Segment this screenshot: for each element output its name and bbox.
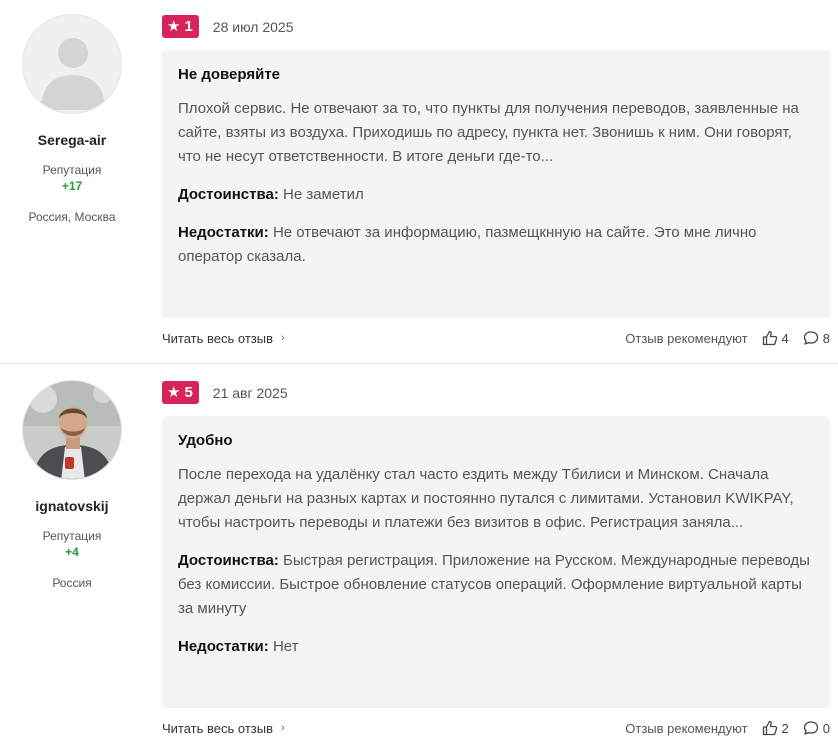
cons-text: Нет [272, 638, 299, 655]
review-cons: Недостатки: Нет [178, 635, 814, 659]
username[interactable]: ignatovskij [0, 498, 144, 514]
comment-icon [803, 330, 819, 346]
comments-count: 0 [822, 720, 830, 736]
default-user-icon [23, 15, 121, 113]
review-date: 21 авг 2025 [212, 384, 288, 401]
read-all-link[interactable]: Читать весь отзыв › [162, 331, 285, 346]
review-footer: Читать весь отзыв › Отзыв рекомендуют 4 … [162, 330, 830, 346]
like-button[interactable]: 2 [762, 720, 789, 736]
thumbs-up-icon [762, 720, 778, 736]
likes-count: 2 [781, 720, 789, 736]
pros-label: Достоинства: [178, 552, 279, 569]
pros-text: Не заметил [283, 186, 364, 203]
review-text: После перехода на удалёнку стал часто ез… [178, 466, 794, 531]
rating-row: ★ 1 28 июл 2025 [162, 15, 293, 38]
rating-value: 5 [184, 384, 193, 401]
avatar[interactable] [22, 14, 122, 114]
rating-row: ★ 5 21 авг 2025 [162, 381, 288, 404]
review-date: 28 июл 2025 [212, 18, 294, 35]
review-author: ignatovskij Репутация +4 Россия [0, 380, 144, 590]
review-cons: Недостатки: Не отвечают за информацию, п… [178, 221, 814, 269]
recommend-label: Отзыв рекомендуют [625, 330, 748, 346]
comments-button[interactable]: 0 [803, 720, 830, 736]
cons-label: Недостатки: [178, 224, 269, 241]
review-item: Serega-air Репутация +17 Россия, Москва … [0, 0, 838, 362]
review-card: Не доверяйте Плохой сервис. Не отвечают … [162, 50, 830, 318]
reputation-value: +17 [61, 179, 83, 193]
author-location: Россия [52, 576, 92, 590]
review-title[interactable]: Не доверяйте [178, 66, 814, 83]
username[interactable]: Serega-air [0, 132, 144, 148]
review-pros: Достоинства: Быстрая регистрация. Прилож… [178, 549, 814, 621]
thumbs-up-icon [762, 330, 778, 346]
comments-count: 8 [822, 330, 830, 346]
star-icon: ★ [167, 18, 181, 35]
user-photo [23, 381, 121, 479]
review-author: Serega-air Репутация +17 Россия, Москва [0, 14, 144, 224]
cons-label: Недостатки: [178, 638, 269, 655]
chevron-right-icon: › [281, 722, 285, 734]
author-location: Россия, Москва [28, 210, 116, 224]
comments-button[interactable]: 8 [803, 330, 830, 346]
star-icon: ★ [167, 384, 181, 401]
chevron-right-icon: › [281, 332, 285, 344]
rating-badge: ★ 1 [162, 15, 199, 38]
rating-badge: ★ 5 [162, 381, 199, 404]
reputation-value: +4 [65, 545, 79, 559]
like-button[interactable]: 4 [762, 330, 789, 346]
read-all-link[interactable]: Читать весь отзыв › [162, 721, 285, 736]
comment-icon [803, 720, 819, 736]
review-item: ignatovskij Репутация +4 Россия ★ 5 21 а… [0, 363, 838, 751]
review-pros: Достоинства: Не заметил [178, 183, 814, 207]
recommend-label: Отзыв рекомендуют [625, 720, 748, 736]
reputation-label: Репутация [42, 163, 102, 177]
likes-count: 4 [781, 330, 789, 346]
avatar[interactable] [22, 380, 122, 480]
review-title[interactable]: Удобно [178, 432, 814, 449]
pros-label: Достоинства: [178, 186, 279, 203]
review-card: Удобно После перехода на удалёнку стал ч… [162, 416, 830, 708]
review-footer: Читать весь отзыв › Отзыв рекомендуют 2 … [162, 720, 830, 736]
review-text: Плохой сервис. Не отвечают за то, что пу… [178, 100, 799, 165]
rating-value: 1 [184, 18, 193, 35]
read-all-label: Читать весь отзыв [162, 720, 274, 736]
read-all-label: Читать весь отзыв [162, 330, 274, 346]
reputation-label: Репутация [42, 529, 102, 543]
